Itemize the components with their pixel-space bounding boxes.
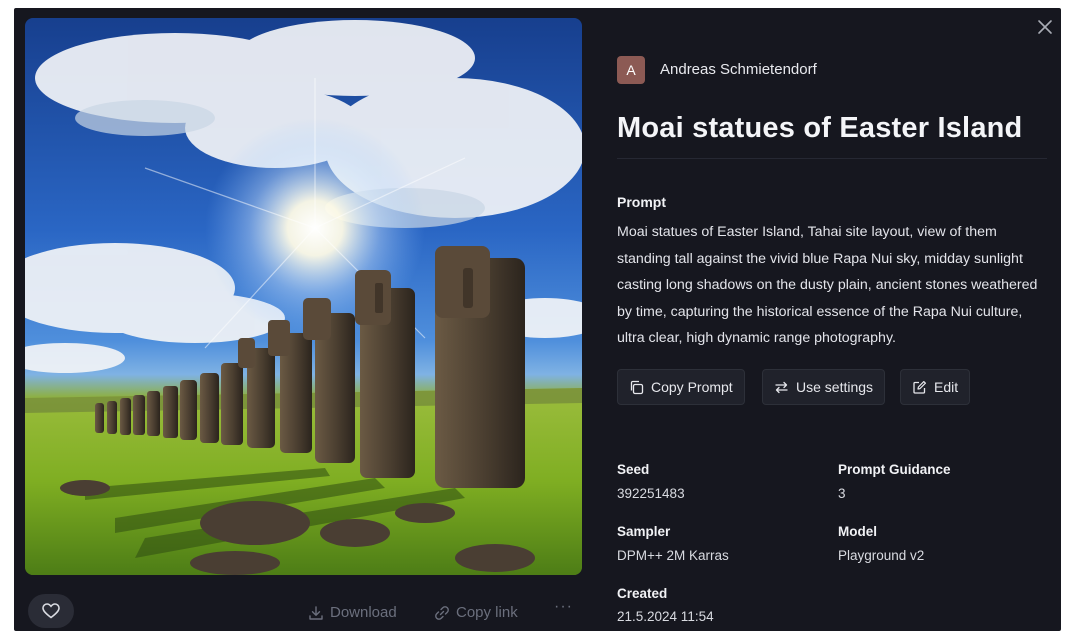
copy-prompt-button[interactable]: Copy Prompt bbox=[617, 369, 745, 405]
use-settings-button[interactable]: Use settings bbox=[762, 369, 886, 405]
use-settings-label: Use settings bbox=[796, 379, 874, 395]
heart-icon bbox=[42, 603, 60, 619]
divider bbox=[617, 158, 1047, 159]
copy-prompt-label: Copy Prompt bbox=[651, 379, 733, 395]
copy-icon bbox=[630, 380, 644, 394]
download-label: Download bbox=[330, 604, 397, 621]
author-name[interactable]: Andreas Schmietendorf bbox=[660, 61, 817, 78]
sampler-label: Sampler bbox=[617, 524, 671, 539]
edit-label: Edit bbox=[934, 379, 959, 395]
copy-link-label: Copy link bbox=[456, 604, 518, 621]
model-label: Model bbox=[838, 524, 877, 539]
edit-icon bbox=[913, 380, 926, 394]
sampler-value: DPM++ 2M Karras bbox=[617, 548, 729, 563]
prompt-guidance-label: Prompt Guidance bbox=[838, 462, 951, 477]
download-button[interactable]: Download bbox=[308, 604, 397, 621]
edit-button[interactable]: Edit bbox=[900, 369, 971, 405]
created-label: Created bbox=[617, 586, 668, 601]
like-button[interactable] bbox=[28, 594, 74, 628]
more-options-button[interactable]: ··· bbox=[554, 598, 573, 616]
download-icon bbox=[309, 605, 323, 620]
model-value: Playground v2 bbox=[838, 548, 925, 563]
generated-image bbox=[25, 18, 582, 575]
created-value: 21.5.2024 11:54 bbox=[617, 609, 714, 624]
prompt-heading: Prompt bbox=[617, 194, 666, 210]
seed-value: 392251483 bbox=[617, 486, 685, 501]
prompt-text: Moai statues of Easter Island, Tahai sit… bbox=[617, 224, 1038, 346]
image-detail-modal: Download Copy link ··· A Andreas Schmiet… bbox=[14, 8, 1061, 631]
close-icon bbox=[1038, 20, 1052, 34]
page-title: Moai statues of Easter Island bbox=[617, 112, 1023, 144]
link-icon bbox=[435, 605, 449, 620]
close-button[interactable] bbox=[1034, 16, 1056, 38]
avatar[interactable]: A bbox=[617, 56, 645, 84]
seed-label: Seed bbox=[617, 462, 650, 477]
prompt-guidance-value: 3 bbox=[838, 486, 846, 501]
swap-icon bbox=[775, 381, 788, 393]
copy-link-button[interactable]: Copy link bbox=[434, 604, 518, 621]
